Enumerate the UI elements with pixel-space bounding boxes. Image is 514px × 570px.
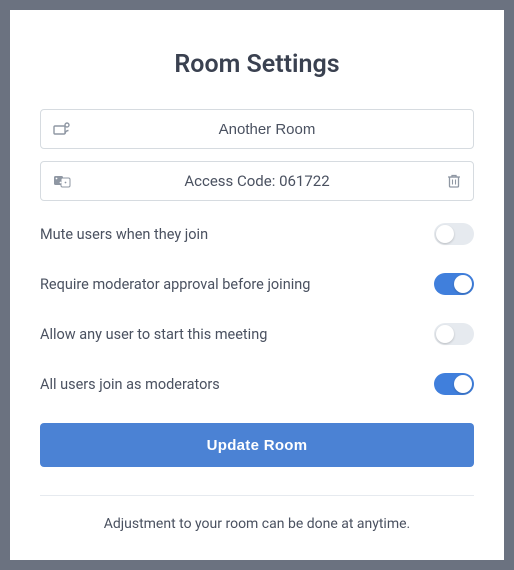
toggle-any-user-start[interactable]: [434, 323, 474, 345]
setting-label: Mute users when they join: [40, 226, 208, 243]
footer-note: Adjustment to your room can be done at a…: [40, 516, 474, 532]
access-code-field: Access Code: 061722: [40, 161, 474, 201]
room-icon: [53, 122, 73, 136]
setting-label: All users join as moderators: [40, 376, 220, 393]
setting-label: Require moderator approval before joinin…: [40, 276, 310, 293]
setting-moderator-approval: Require moderator approval before joinin…: [40, 273, 474, 295]
setting-mute-users: Mute users when they join: [40, 223, 474, 245]
divider: [40, 495, 474, 496]
toggle-mute-users[interactable]: [434, 223, 474, 245]
room-settings-modal: Room Settings Access Code: 061722: [10, 10, 504, 560]
toggle-moderator-approval[interactable]: [434, 273, 474, 295]
update-room-button[interactable]: Update Room: [40, 423, 474, 467]
toggle-all-moderators[interactable]: [434, 373, 474, 395]
dice-icon[interactable]: [53, 173, 73, 189]
access-code-value: Access Code: 061722: [73, 172, 441, 190]
room-name-field[interactable]: [40, 109, 474, 149]
setting-all-moderators: All users join as moderators: [40, 373, 474, 395]
setting-any-user-start: Allow any user to start this meeting: [40, 323, 474, 345]
room-name-input[interactable]: [73, 121, 461, 138]
trash-icon[interactable]: [441, 173, 461, 189]
settings-list: Mute users when they join Require modera…: [40, 223, 474, 395]
page-title: Room Settings: [40, 50, 474, 79]
setting-label: Allow any user to start this meeting: [40, 326, 267, 343]
